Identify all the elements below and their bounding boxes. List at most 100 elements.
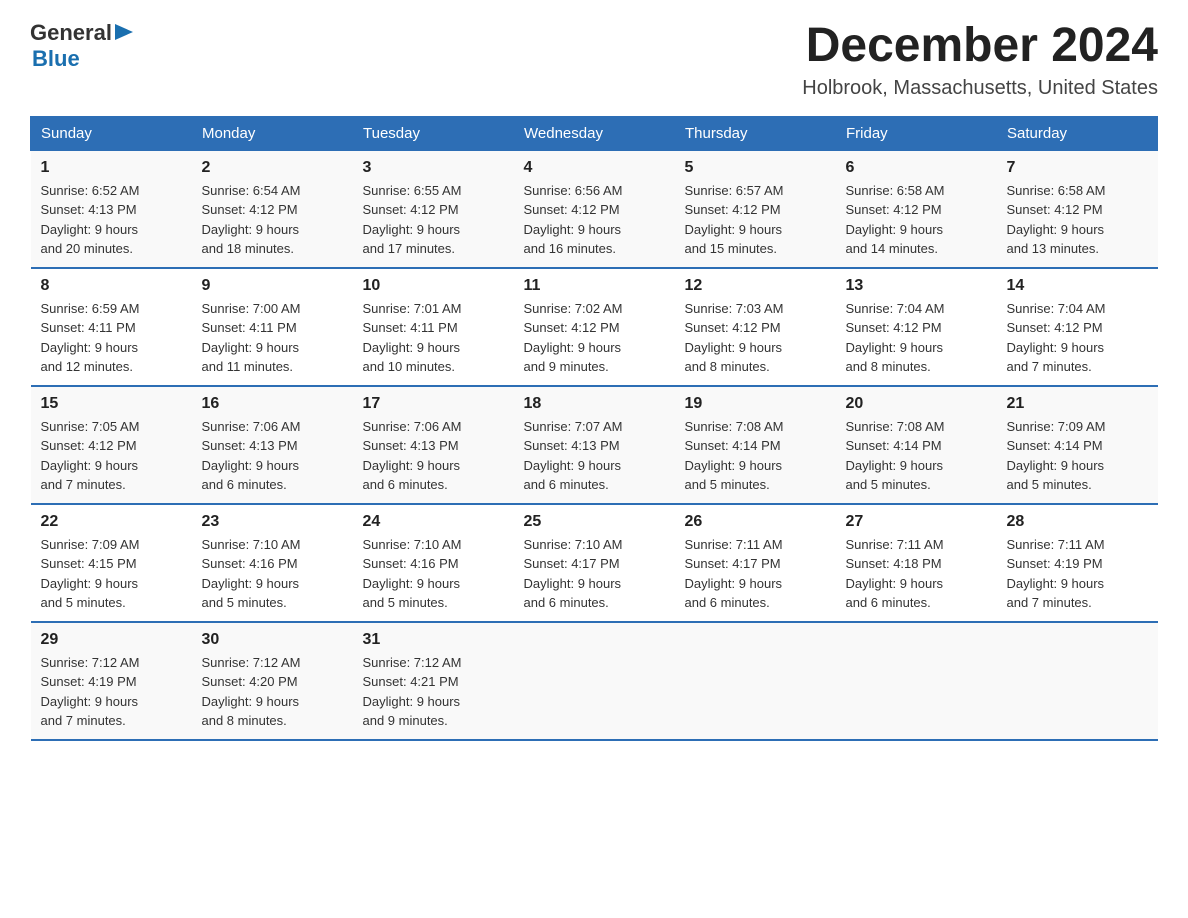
day-info: Sunrise: 7:09 AM Sunset: 4:15 PM Dayligh…: [41, 535, 182, 613]
table-row: 7 Sunrise: 6:58 AM Sunset: 4:12 PM Dayli…: [997, 150, 1158, 268]
day-number: 4: [524, 159, 665, 177]
day-number: 10: [363, 277, 504, 295]
day-number: 21: [1007, 395, 1148, 413]
calendar-week-row: 15 Sunrise: 7:05 AM Sunset: 4:12 PM Dayl…: [31, 386, 1158, 504]
day-info: Sunrise: 7:02 AM Sunset: 4:12 PM Dayligh…: [524, 299, 665, 377]
table-row: 10 Sunrise: 7:01 AM Sunset: 4:11 PM Dayl…: [353, 268, 514, 386]
logo-text-general: General: [30, 20, 112, 46]
day-info: Sunrise: 7:09 AM Sunset: 4:14 PM Dayligh…: [1007, 417, 1148, 495]
month-title: December 2024: [802, 20, 1158, 73]
table-row: 28 Sunrise: 7:11 AM Sunset: 4:19 PM Dayl…: [997, 504, 1158, 622]
table-row: 22 Sunrise: 7:09 AM Sunset: 4:15 PM Dayl…: [31, 504, 192, 622]
day-number: 18: [524, 395, 665, 413]
day-info: Sunrise: 7:10 AM Sunset: 4:16 PM Dayligh…: [202, 535, 343, 613]
day-info: Sunrise: 7:04 AM Sunset: 4:12 PM Dayligh…: [1007, 299, 1148, 377]
day-info: Sunrise: 6:59 AM Sunset: 4:11 PM Dayligh…: [41, 299, 182, 377]
day-info: Sunrise: 7:07 AM Sunset: 4:13 PM Dayligh…: [524, 417, 665, 495]
day-number: 29: [41, 631, 182, 649]
col-friday: Friday: [836, 116, 997, 150]
table-row: 3 Sunrise: 6:55 AM Sunset: 4:12 PM Dayli…: [353, 150, 514, 268]
calendar-header-row: Sunday Monday Tuesday Wednesday Thursday…: [31, 116, 1158, 150]
day-number: 30: [202, 631, 343, 649]
day-info: Sunrise: 6:58 AM Sunset: 4:12 PM Dayligh…: [846, 181, 987, 259]
table-row: 5 Sunrise: 6:57 AM Sunset: 4:12 PM Dayli…: [675, 150, 836, 268]
table-row: 24 Sunrise: 7:10 AM Sunset: 4:16 PM Dayl…: [353, 504, 514, 622]
calendar-week-row: 1 Sunrise: 6:52 AM Sunset: 4:13 PM Dayli…: [31, 150, 1158, 268]
day-info: Sunrise: 7:12 AM Sunset: 4:20 PM Dayligh…: [202, 653, 343, 731]
day-number: 3: [363, 159, 504, 177]
day-number: 16: [202, 395, 343, 413]
day-number: 31: [363, 631, 504, 649]
day-number: 15: [41, 395, 182, 413]
day-info: Sunrise: 7:06 AM Sunset: 4:13 PM Dayligh…: [363, 417, 504, 495]
day-info: Sunrise: 7:10 AM Sunset: 4:17 PM Dayligh…: [524, 535, 665, 613]
col-thursday: Thursday: [675, 116, 836, 150]
table-row: 23 Sunrise: 7:10 AM Sunset: 4:16 PM Dayl…: [192, 504, 353, 622]
table-row: 12 Sunrise: 7:03 AM Sunset: 4:12 PM Dayl…: [675, 268, 836, 386]
day-number: 9: [202, 277, 343, 295]
calendar-table: Sunday Monday Tuesday Wednesday Thursday…: [30, 116, 1158, 741]
table-row: 20 Sunrise: 7:08 AM Sunset: 4:14 PM Dayl…: [836, 386, 997, 504]
col-monday: Monday: [192, 116, 353, 150]
day-info: Sunrise: 7:00 AM Sunset: 4:11 PM Dayligh…: [202, 299, 343, 377]
day-info: Sunrise: 7:04 AM Sunset: 4:12 PM Dayligh…: [846, 299, 987, 377]
day-info: Sunrise: 6:56 AM Sunset: 4:12 PM Dayligh…: [524, 181, 665, 259]
col-sunday: Sunday: [31, 116, 192, 150]
title-area: December 2024 Holbrook, Massachusetts, U…: [802, 20, 1158, 100]
day-info: Sunrise: 7:06 AM Sunset: 4:13 PM Dayligh…: [202, 417, 343, 495]
table-row: 31 Sunrise: 7:12 AM Sunset: 4:21 PM Dayl…: [353, 622, 514, 740]
day-info: Sunrise: 7:03 AM Sunset: 4:12 PM Dayligh…: [685, 299, 826, 377]
day-info: Sunrise: 7:10 AM Sunset: 4:16 PM Dayligh…: [363, 535, 504, 613]
table-row: 30 Sunrise: 7:12 AM Sunset: 4:20 PM Dayl…: [192, 622, 353, 740]
table-row: 2 Sunrise: 6:54 AM Sunset: 4:12 PM Dayli…: [192, 150, 353, 268]
page-header: General Blue December 2024 Holbrook, Mas…: [30, 20, 1158, 100]
day-info: Sunrise: 7:05 AM Sunset: 4:12 PM Dayligh…: [41, 417, 182, 495]
day-number: 7: [1007, 159, 1148, 177]
logo-arrow-icon: [115, 24, 133, 40]
day-number: 20: [846, 395, 987, 413]
day-info: Sunrise: 7:11 AM Sunset: 4:17 PM Dayligh…: [685, 535, 826, 613]
day-number: 19: [685, 395, 826, 413]
col-wednesday: Wednesday: [514, 116, 675, 150]
day-info: Sunrise: 6:54 AM Sunset: 4:12 PM Dayligh…: [202, 181, 343, 259]
day-number: 24: [363, 513, 504, 531]
table-row: [836, 622, 997, 740]
day-number: 23: [202, 513, 343, 531]
day-number: 2: [202, 159, 343, 177]
table-row: 16 Sunrise: 7:06 AM Sunset: 4:13 PM Dayl…: [192, 386, 353, 504]
calendar-week-row: 22 Sunrise: 7:09 AM Sunset: 4:15 PM Dayl…: [31, 504, 1158, 622]
day-number: 12: [685, 277, 826, 295]
day-info: Sunrise: 7:11 AM Sunset: 4:19 PM Dayligh…: [1007, 535, 1148, 613]
table-row: 18 Sunrise: 7:07 AM Sunset: 4:13 PM Dayl…: [514, 386, 675, 504]
table-row: 21 Sunrise: 7:09 AM Sunset: 4:14 PM Dayl…: [997, 386, 1158, 504]
day-number: 25: [524, 513, 665, 531]
table-row: 14 Sunrise: 7:04 AM Sunset: 4:12 PM Dayl…: [997, 268, 1158, 386]
col-tuesday: Tuesday: [353, 116, 514, 150]
day-info: Sunrise: 7:11 AM Sunset: 4:18 PM Dayligh…: [846, 535, 987, 613]
table-row: 15 Sunrise: 7:05 AM Sunset: 4:12 PM Dayl…: [31, 386, 192, 504]
day-info: Sunrise: 6:57 AM Sunset: 4:12 PM Dayligh…: [685, 181, 826, 259]
day-number: 17: [363, 395, 504, 413]
day-number: 22: [41, 513, 182, 531]
day-info: Sunrise: 7:08 AM Sunset: 4:14 PM Dayligh…: [846, 417, 987, 495]
table-row: [997, 622, 1158, 740]
table-row: 19 Sunrise: 7:08 AM Sunset: 4:14 PM Dayl…: [675, 386, 836, 504]
day-number: 1: [41, 159, 182, 177]
table-row: 1 Sunrise: 6:52 AM Sunset: 4:13 PM Dayli…: [31, 150, 192, 268]
day-number: 26: [685, 513, 826, 531]
table-row: 29 Sunrise: 7:12 AM Sunset: 4:19 PM Dayl…: [31, 622, 192, 740]
table-row: 4 Sunrise: 6:56 AM Sunset: 4:12 PM Dayli…: [514, 150, 675, 268]
table-row: 8 Sunrise: 6:59 AM Sunset: 4:11 PM Dayli…: [31, 268, 192, 386]
table-row: 26 Sunrise: 7:11 AM Sunset: 4:17 PM Dayl…: [675, 504, 836, 622]
logo: General Blue: [30, 20, 133, 72]
day-info: Sunrise: 6:58 AM Sunset: 4:12 PM Dayligh…: [1007, 181, 1148, 259]
day-info: Sunrise: 6:52 AM Sunset: 4:13 PM Dayligh…: [41, 181, 182, 259]
day-info: Sunrise: 7:01 AM Sunset: 4:11 PM Dayligh…: [363, 299, 504, 377]
table-row: 9 Sunrise: 7:00 AM Sunset: 4:11 PM Dayli…: [192, 268, 353, 386]
table-row: 11 Sunrise: 7:02 AM Sunset: 4:12 PM Dayl…: [514, 268, 675, 386]
day-number: 27: [846, 513, 987, 531]
day-number: 8: [41, 277, 182, 295]
day-number: 13: [846, 277, 987, 295]
day-number: 28: [1007, 513, 1148, 531]
table-row: 6 Sunrise: 6:58 AM Sunset: 4:12 PM Dayli…: [836, 150, 997, 268]
